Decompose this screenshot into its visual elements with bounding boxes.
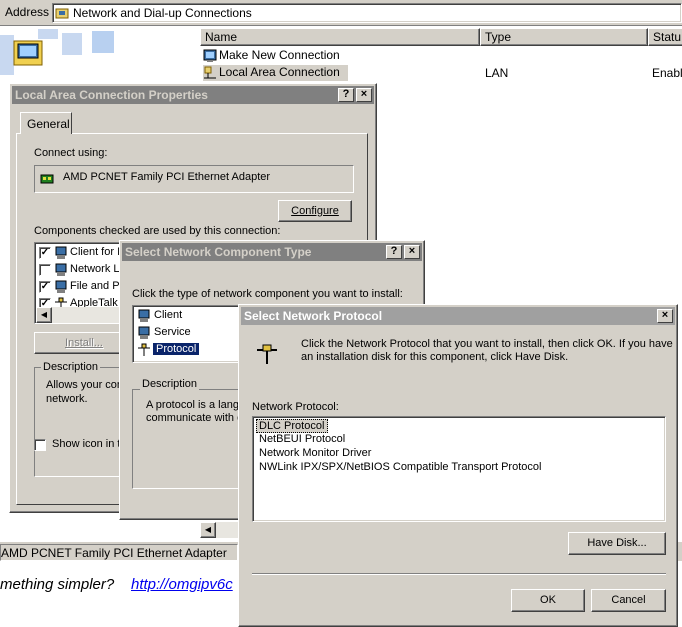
close-button[interactable]: × — [404, 245, 420, 259]
service-icon — [55, 280, 67, 293]
snct-title-bar: Select Network Component Type ? × — [122, 243, 422, 261]
protocol-icon — [257, 344, 277, 364]
bottom-link[interactable]: http://omgipv6c — [131, 576, 233, 593]
help-button[interactable]: ? — [338, 88, 354, 102]
ok-button[interactable]: OK — [511, 589, 585, 612]
close-button[interactable]: × — [356, 88, 372, 102]
folder-graphic — [0, 27, 200, 87]
list-item[interactable]: Local Area Connection — [203, 65, 348, 81]
show-icon-checkbox[interactable] — [34, 439, 46, 451]
list-item[interactable]: Network Monitor Driver — [256, 447, 656, 461]
folder-network-icon — [55, 8, 69, 19]
snp-title-bar: Select Network Protocol × — [241, 307, 675, 325]
configure-button[interactable]: Configure — [278, 200, 352, 222]
select-network-protocol-dialog: Select Network Protocol × Click the Netw… — [238, 304, 678, 627]
close-button[interactable]: × — [657, 309, 673, 323]
description-text: Allows your con — [46, 379, 124, 391]
scroll-left-button[interactable]: ◀ — [36, 307, 52, 323]
scroll-left-button[interactable]: ◀ — [200, 522, 216, 538]
lac-title-bar: Local Area Connection Properties ? × — [12, 86, 374, 104]
snp-instructions: Click the Network Protocol that you want… — [301, 338, 673, 350]
address-bar: Address Network and Dial-up Connections — [0, 0, 682, 26]
lan-status: Enabl — [652, 66, 682, 80]
component-label: Network L — [70, 263, 120, 275]
bottom-text: mething simpler? — [0, 576, 115, 593]
protocol-icon — [138, 343, 150, 356]
separator — [252, 573, 666, 575]
lan-connection-icon — [204, 66, 216, 79]
show-icon-label: Show icon in t — [52, 438, 121, 450]
wizard-icon — [203, 49, 217, 62]
cancel-button[interactable]: Cancel — [591, 589, 666, 612]
snct-prompt: Click the type of network component you … — [132, 288, 403, 300]
component-checkbox[interactable]: ✓ — [39, 281, 51, 293]
client-icon — [55, 246, 67, 259]
snp-title: Select Network Protocol — [244, 309, 383, 323]
snct-title: Select Network Component Type — [125, 245, 312, 259]
lac-title: Local Area Connection Properties — [15, 88, 208, 102]
status-pane: AMD PCNET Family PCI Ethernet Adapter — [0, 544, 238, 561]
address-value: Network and Dial-up Connections — [73, 6, 252, 20]
help-button[interactable]: ? — [386, 245, 402, 259]
list-item[interactable]: NWLink IPX/SPX/NetBIOS Compatible Transp… — [256, 461, 656, 475]
column-header-status[interactable]: Statu — [648, 28, 682, 46]
component-checkbox[interactable] — [39, 264, 51, 276]
description-label: Description — [41, 361, 101, 373]
network-connections-icon — [0, 29, 114, 75]
component-label: Client for M — [70, 246, 127, 258]
list-header: Name Type Statu — [200, 28, 682, 46]
description-text: network. — [46, 393, 88, 405]
protocol-list-label: Network Protocol: — [252, 401, 339, 413]
address-field[interactable]: Network and Dial-up Connections — [52, 3, 682, 23]
snp-instructions: an installation disk for this component,… — [301, 351, 569, 363]
bottom-content: mething simpler? http://omgipv6c — [0, 574, 250, 596]
network-adapter-icon — [40, 174, 54, 184]
network-icon — [55, 263, 67, 276]
list-item[interactable]: DLC Protocol — [256, 419, 328, 433]
column-header-name[interactable]: Name — [200, 28, 480, 46]
protocol-list[interactable]: DLC Protocol NetBEUI Protocol Network Mo… — [252, 416, 666, 522]
column-header-type[interactable]: Type — [480, 28, 648, 46]
snct-description-label: Description — [140, 378, 200, 390]
snct-description-text: A protocol is a langu — [146, 399, 246, 411]
service-icon — [138, 326, 150, 339]
lan-type: LAN — [485, 66, 509, 80]
adapter-name: AMD PCNET Family PCI Ethernet Adapter — [63, 171, 271, 183]
list-item[interactable]: Make New Connection — [203, 48, 363, 64]
connect-using-label: Connect using: — [34, 147, 108, 159]
have-disk-button[interactable]: Have Disk... — [568, 532, 666, 555]
snct-description-text: communicate with o — [146, 412, 244, 424]
address-label: Address — [5, 5, 50, 19]
client-icon — [138, 309, 150, 322]
components-label: Components checked are used by this conn… — [34, 225, 281, 237]
adapter-box: AMD PCNET Family PCI Ethernet Adapter — [34, 165, 354, 193]
component-label: File and P — [70, 280, 120, 292]
list-item[interactable]: NetBEUI Protocol — [256, 433, 656, 447]
tab-general[interactable]: General — [20, 112, 72, 134]
component-checkbox[interactable]: ✓ — [39, 247, 51, 259]
